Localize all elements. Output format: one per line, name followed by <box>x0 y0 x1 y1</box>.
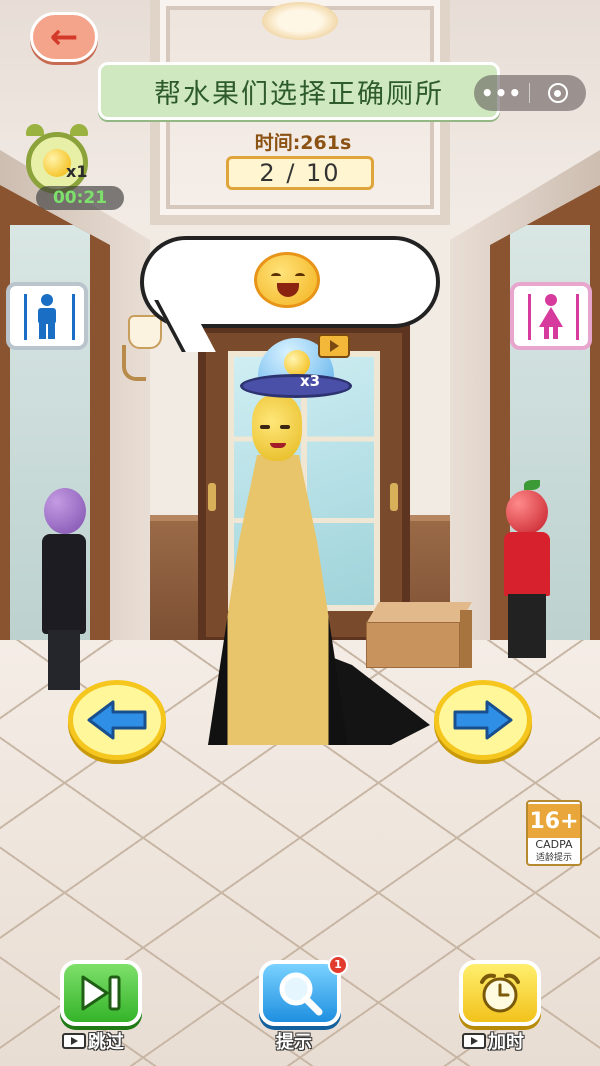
clock-bell-icon <box>70 124 88 136</box>
close-target-button[interactable] <box>530 83 585 103</box>
add-time-button[interactable] <box>459 960 541 1026</box>
powerup-count: x1 <box>66 162 88 181</box>
age-rating-note: 适龄提示 <box>535 853 572 863</box>
age-rating-system: CADPA <box>535 838 573 851</box>
age-rating-value: 16+ <box>528 804 580 838</box>
tv-video-icon <box>318 334 350 358</box>
title-banner: 帮水果们选择正确厕所 <box>98 62 500 120</box>
female-restroom-icon <box>539 294 563 339</box>
skip-icon <box>81 975 121 1011</box>
skip-label: 跳过 <box>62 1028 124 1054</box>
arrow-left-icon: ← <box>49 17 79 57</box>
move-left-button[interactable] <box>68 680 166 760</box>
video-ad-icon <box>462 1033 486 1049</box>
miniprogram-capsule[interactable]: ••• <box>474 75 586 111</box>
add-time-text: 加时 <box>488 1032 524 1053</box>
hint-notification-badge: 1 <box>328 955 348 975</box>
powerup-timer: 00:21 <box>36 186 124 210</box>
magnifier-icon <box>279 972 323 1016</box>
grinning-face-icon <box>254 252 320 308</box>
age-rating-badge: 16+ CADPA 适龄提示 <box>526 800 582 866</box>
skip-button[interactable] <box>60 960 142 1026</box>
alarm-clock-icon <box>480 973 520 1013</box>
more-dots-icon[interactable]: ••• <box>474 81 529 105</box>
female-restroom-sign[interactable] <box>510 282 592 350</box>
clock-powerup[interactable]: x1 00:21 <box>20 124 124 210</box>
grape-character <box>36 488 92 698</box>
time-remaining: 时间:261s <box>254 132 352 154</box>
hint-label: 提示 <box>276 1028 312 1054</box>
male-restroom-sign[interactable] <box>6 282 88 350</box>
ufo-hint-powerup[interactable]: x3 <box>240 334 360 400</box>
male-restroom-icon <box>38 294 56 339</box>
banana-character <box>190 395 450 760</box>
hint-text: 提示 <box>276 1032 312 1053</box>
cherry-character <box>500 480 556 665</box>
target-icon <box>547 83 568 103</box>
skip-text: 跳过 <box>88 1032 124 1053</box>
hint-count: x3 <box>300 372 321 390</box>
arrow-right-icon <box>453 700 513 740</box>
level-progress: 2 / 10 <box>226 156 374 190</box>
wall-sconce <box>120 315 164 385</box>
back-button[interactable]: ← <box>30 12 98 62</box>
video-ad-icon <box>62 1033 86 1049</box>
move-right-button[interactable] <box>434 680 532 760</box>
arrow-left-icon <box>87 700 147 740</box>
ufo-disc <box>240 374 352 398</box>
add-time-label: 加时 <box>462 1028 524 1054</box>
clock-bell-icon <box>26 124 44 136</box>
ceiling-lamp <box>262 2 338 40</box>
